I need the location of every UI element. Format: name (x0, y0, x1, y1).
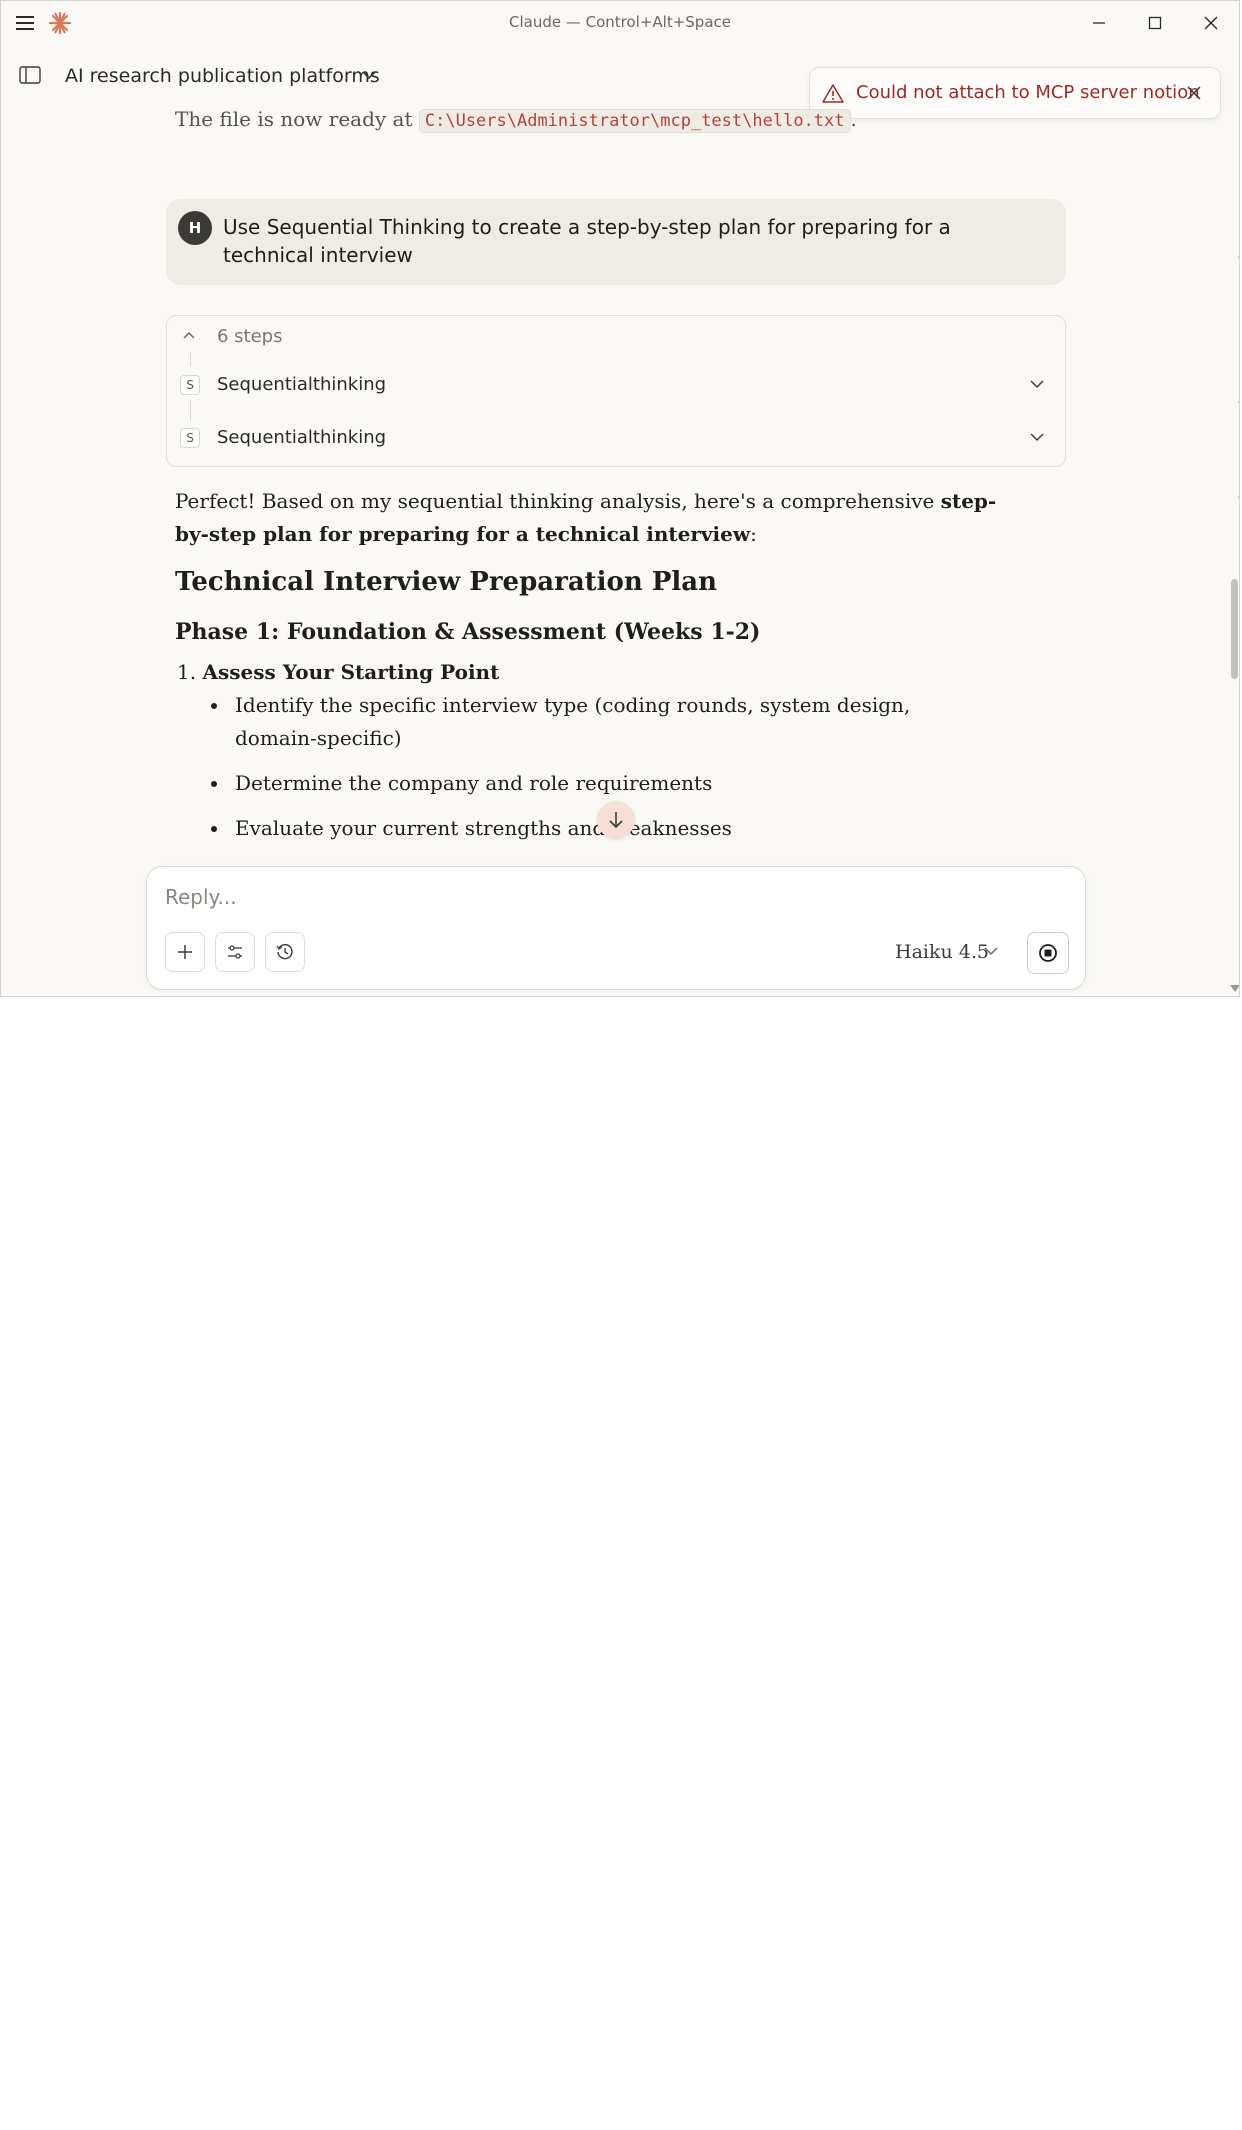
stop-button[interactable] (1027, 932, 1069, 974)
step-label: Sequentialthinking (217, 427, 387, 448)
reply-input[interactable]: Reply... (165, 885, 237, 909)
edge-marker (1238, 256, 1239, 258)
close-window-icon[interactable] (1191, 9, 1231, 37)
chevron-down-icon[interactable] (1029, 430, 1049, 446)
reply-composer[interactable]: Reply... Haiku 4.5 (146, 866, 1086, 990)
plus-icon (178, 945, 192, 959)
list-item-title: Assess Your Starting Point (202, 660, 500, 684)
conversation-area: The file is now ready at C:\Users\Admini… (1, 99, 1229, 863)
intro-end: : (750, 522, 757, 546)
bullet-item: Evaluate your current strengths and weak… (211, 812, 971, 845)
scrollbar-thumb[interactable] (1231, 579, 1238, 679)
stop-icon (1039, 944, 1057, 962)
edge-marker (1238, 401, 1239, 403)
bullet-text: Determine the company and role requireme… (235, 771, 713, 795)
bullet-dot (211, 781, 217, 787)
add-attachment-button[interactable] (165, 932, 205, 972)
ready-text: The file is now ready at (175, 107, 419, 131)
user-message: H Use Sequential Thinking to create a st… (166, 199, 1066, 285)
sidebar-toggle-icon[interactable] (19, 66, 43, 86)
maximize-icon[interactable] (1135, 9, 1175, 37)
assistant-intro: Perfect! Based on my sequential thinking… (175, 485, 1015, 551)
scroll-down-arrow-icon[interactable] (1230, 985, 1239, 992)
tools-settings-button[interactable] (215, 932, 255, 972)
user-message-text: Use Sequential Thinking to create a step… (223, 215, 951, 267)
chevron-up-icon[interactable] (181, 328, 201, 344)
scroll-to-bottom-button[interactable] (597, 801, 635, 839)
bullet-text: Identify the specific interview type (co… (235, 693, 911, 750)
clock-icon (276, 943, 293, 960)
bullet-item: Identify the specific interview type (co… (211, 689, 971, 755)
title-bar: Claude — Control+Alt+Space (1, 1, 1239, 45)
steps-count: 6 steps (217, 326, 283, 347)
chevron-down-icon[interactable] (983, 944, 1001, 960)
step-label: Sequentialthinking (217, 374, 387, 395)
bullet-dot (211, 826, 217, 832)
chat-title[interactable]: AI research publication platforms (65, 65, 380, 87)
window-title: Claude — Control+Alt+Space (508, 13, 731, 31)
intro-text: Perfect! Based on my sequential thinking… (175, 489, 941, 513)
model-selector[interactable]: Haiku 4.5 (895, 941, 989, 963)
bullet-item: Determine the company and role requireme… (211, 767, 971, 800)
list-item: 1. Assess Your Starting Point (177, 660, 499, 684)
step-item[interactable]: S Sequentialthinking (167, 368, 1065, 400)
list-number: 1. (177, 660, 197, 684)
app-window: Claude — Control+Alt+Space AI research p… (0, 0, 1240, 997)
history-button[interactable] (265, 932, 305, 972)
minimize-icon[interactable] (1079, 9, 1119, 37)
file-path-code: C:\Users\Administrator\mcp_test\hello.tx… (418, 109, 851, 133)
sequential-thinking-icon: S (180, 428, 200, 448)
phase-heading: Phase 1: Foundation & Assessment (Weeks … (175, 619, 761, 645)
sequential-thinking-icon: S (180, 375, 200, 395)
bullet-dot (211, 703, 217, 709)
chevron-down-icon[interactable] (361, 68, 381, 84)
tool-steps-panel: 6 steps S Sequentialthinking S Sequentia… (166, 315, 1066, 467)
sliders-icon (228, 945, 242, 959)
step-connector (190, 352, 191, 366)
user-avatar: H (178, 211, 212, 245)
ready-text-end: . (850, 107, 857, 131)
arrow-down-icon (609, 812, 623, 829)
step-connector (190, 400, 191, 420)
edge-marker (1238, 496, 1239, 498)
step-item[interactable]: S Sequentialthinking (167, 421, 1065, 453)
chevron-down-icon[interactable] (1029, 377, 1049, 393)
previous-response-line: The file is now ready at C:\Users\Admini… (175, 107, 857, 133)
steps-header[interactable]: 6 steps (167, 320, 1065, 352)
plan-heading: Technical Interview Preparation Plan (175, 567, 718, 597)
